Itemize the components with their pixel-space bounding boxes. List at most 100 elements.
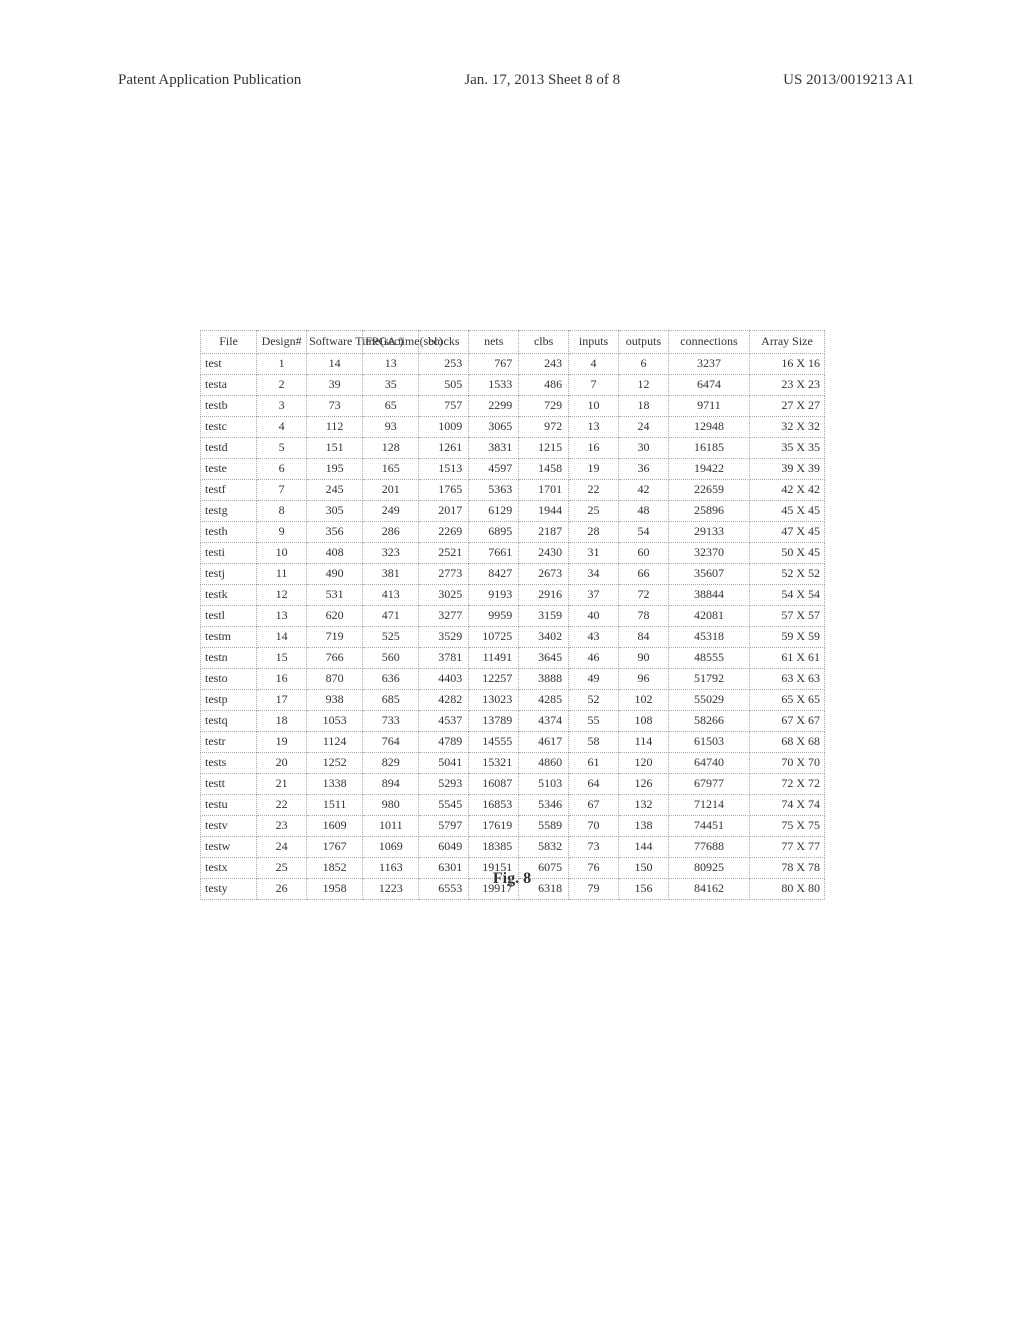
- cell-file: testi: [201, 542, 257, 563]
- cell-blocks: 6049: [419, 836, 469, 857]
- table-body: test1141325376724346323716 X 16testa2393…: [201, 353, 825, 899]
- cell-file: teste: [201, 458, 257, 479]
- cell-inputs: 4: [569, 353, 619, 374]
- cell-conn: 74451: [668, 815, 749, 836]
- cell-file: testp: [201, 689, 257, 710]
- cell-outputs: 90: [619, 647, 669, 668]
- cell-outputs: 78: [619, 605, 669, 626]
- cell-blocks: 1009: [419, 416, 469, 437]
- cell-nets: 3065: [469, 416, 519, 437]
- cell-conn: 58266: [668, 710, 749, 731]
- cell-outputs: 120: [619, 752, 669, 773]
- cell-blocks: 3529: [419, 626, 469, 647]
- table-row: testt2113388945293160875103641266797772 …: [201, 773, 825, 794]
- cell-design: 12: [257, 584, 307, 605]
- cell-file: testw: [201, 836, 257, 857]
- header-left: Patent Application Publication: [118, 72, 301, 89]
- cell-clbs: 2430: [519, 542, 569, 563]
- cell-outputs: 132: [619, 794, 669, 815]
- cell-inputs: 7: [569, 374, 619, 395]
- table-row: testa239355051533486712647423 X 23: [201, 374, 825, 395]
- cell-outputs: 54: [619, 521, 669, 542]
- cell-nets: 9959: [469, 605, 519, 626]
- cell-blocks: 5293: [419, 773, 469, 794]
- cell-sw: 870: [307, 668, 363, 689]
- cell-inputs: 46: [569, 647, 619, 668]
- cell-blocks: 5041: [419, 752, 469, 773]
- cell-conn: 19422: [668, 458, 749, 479]
- cell-conn: 48555: [668, 647, 749, 668]
- table-row: testw24176710696049183855832731447768877…: [201, 836, 825, 857]
- cell-sw: 620: [307, 605, 363, 626]
- cell-clbs: 3645: [519, 647, 569, 668]
- cell-outputs: 144: [619, 836, 669, 857]
- cell-fpga: 13: [363, 353, 419, 374]
- cell-fpga: 894: [363, 773, 419, 794]
- cell-design: 19: [257, 731, 307, 752]
- cell-outputs: 60: [619, 542, 669, 563]
- cell-blocks: 1765: [419, 479, 469, 500]
- cell-sw: 719: [307, 626, 363, 647]
- cell-clbs: 2673: [519, 563, 569, 584]
- cell-outputs: 138: [619, 815, 669, 836]
- table-row: teste619516515134597145819361942239 X 39: [201, 458, 825, 479]
- cell-nets: 14555: [469, 731, 519, 752]
- cell-fpga: 525: [363, 626, 419, 647]
- cell-file: testn: [201, 647, 257, 668]
- cell-array: 68 X 68: [750, 731, 825, 752]
- cell-outputs: 114: [619, 731, 669, 752]
- table-row: testk1253141330259193291637723884454 X 5…: [201, 584, 825, 605]
- cell-array: 67 X 67: [750, 710, 825, 731]
- table-row: testf724520117655363170122422265942 X 42: [201, 479, 825, 500]
- table-row: testn15766560378111491364546904855561 X …: [201, 647, 825, 668]
- cell-outputs: 12: [619, 374, 669, 395]
- cell-design: 11: [257, 563, 307, 584]
- cell-design: 2: [257, 374, 307, 395]
- cell-clbs: 729: [519, 395, 569, 416]
- cell-fpga: 413: [363, 584, 419, 605]
- cell-clbs: 486: [519, 374, 569, 395]
- cell-nets: 11491: [469, 647, 519, 668]
- cell-inputs: 43: [569, 626, 619, 647]
- cell-array: 54 X 54: [750, 584, 825, 605]
- cell-sw: 1767: [307, 836, 363, 857]
- cell-inputs: 61: [569, 752, 619, 773]
- cell-blocks: 757: [419, 395, 469, 416]
- cell-nets: 6895: [469, 521, 519, 542]
- cell-array: 35 X 35: [750, 437, 825, 458]
- cell-blocks: 3781: [419, 647, 469, 668]
- cell-conn: 42081: [668, 605, 749, 626]
- table-row: testb3736575722997291018971127 X 27: [201, 395, 825, 416]
- cell-nets: 12257: [469, 668, 519, 689]
- cell-inputs: 67: [569, 794, 619, 815]
- cell-conn: 12948: [668, 416, 749, 437]
- cell-outputs: 96: [619, 668, 669, 689]
- cell-sw: 531: [307, 584, 363, 605]
- cell-outputs: 36: [619, 458, 669, 479]
- cell-design: 16: [257, 668, 307, 689]
- table-row: testu2215119805545168535346671327121474 …: [201, 794, 825, 815]
- cell-file: tests: [201, 752, 257, 773]
- cell-design: 21: [257, 773, 307, 794]
- table-row: testl1362047132779959315940784208157 X 5…: [201, 605, 825, 626]
- cell-conn: 16185: [668, 437, 749, 458]
- cell-blocks: 1261: [419, 437, 469, 458]
- cell-inputs: 64: [569, 773, 619, 794]
- cell-array: 72 X 72: [750, 773, 825, 794]
- cell-sw: 1124: [307, 731, 363, 752]
- cell-fpga: 165: [363, 458, 419, 479]
- cell-array: 57 X 57: [750, 605, 825, 626]
- table-row: testg830524920176129194425482589645 X 45: [201, 500, 825, 521]
- cell-file: testl: [201, 605, 257, 626]
- cell-nets: 16853: [469, 794, 519, 815]
- cell-design: 13: [257, 605, 307, 626]
- cell-outputs: 18: [619, 395, 669, 416]
- cell-outputs: 48: [619, 500, 669, 521]
- cell-clbs: 4860: [519, 752, 569, 773]
- cell-sw: 151: [307, 437, 363, 458]
- cell-fpga: 35: [363, 374, 419, 395]
- table-row: tests2012528295041153214860611206474070 …: [201, 752, 825, 773]
- cell-conn: 71214: [668, 794, 749, 815]
- cell-blocks: 3025: [419, 584, 469, 605]
- table-row: testd515112812613831121516301618535 X 35: [201, 437, 825, 458]
